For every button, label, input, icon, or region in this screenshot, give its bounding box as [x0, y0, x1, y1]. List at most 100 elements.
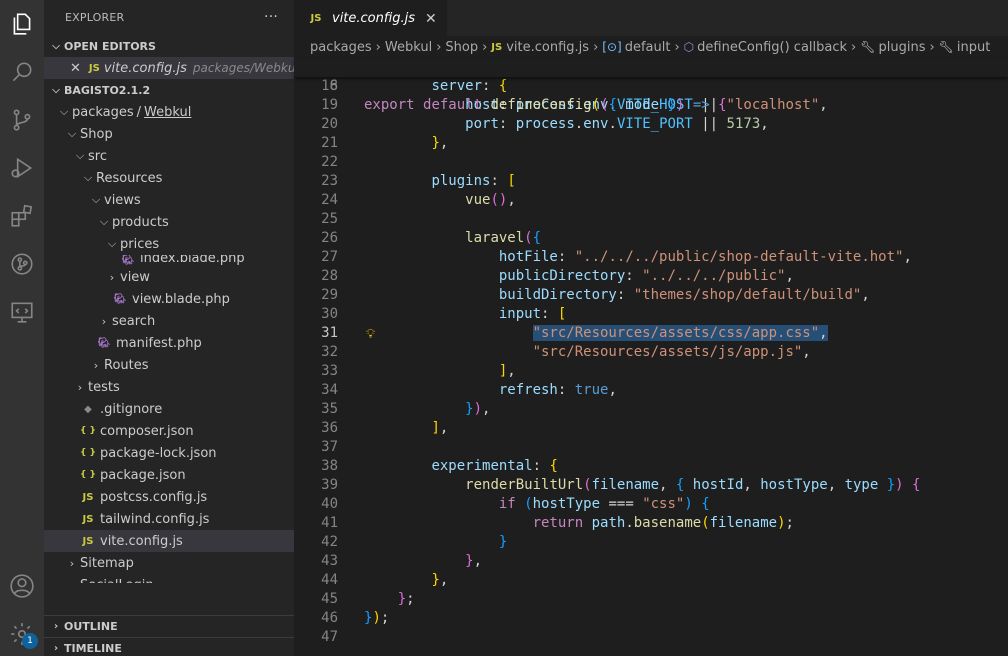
- tree-item-label: views: [104, 192, 141, 208]
- code-line[interactable]: 47: [294, 628, 1008, 647]
- code-line[interactable]: 37: [294, 438, 1008, 457]
- workspace-label: BAGISTO2.1.2: [64, 83, 151, 97]
- code-line[interactable]: 45 };: [294, 590, 1008, 609]
- breadcrumb-input[interactable]: input: [957, 40, 990, 55]
- tree-item[interactable]: 🐘︎ manifest.php: [44, 332, 294, 354]
- code-line[interactable]: 38 experimental: {: [294, 457, 1008, 476]
- tab-bar: JS vite.config.js ✕: [294, 0, 1008, 36]
- tree-item-label: SocialLogin: [80, 578, 154, 584]
- code-editor[interactable]: 6 export default defineConfig(({ mode })…: [294, 58, 1008, 647]
- open-editors-section[interactable]: ⌵ OPEN EDITORS: [44, 35, 294, 57]
- code-line[interactable]: 33 ],: [294, 362, 1008, 381]
- php-file-icon: 🐘︎: [113, 293, 127, 305]
- code-line[interactable]: 46});: [294, 609, 1008, 628]
- tree-item[interactable]: JS tailwind.config.js: [44, 508, 294, 530]
- chevron-down-icon: ⌵: [99, 215, 109, 228]
- code-line[interactable]: 23 plugins: [: [294, 172, 1008, 191]
- tree-item[interactable]: ⌵ prices: [44, 233, 294, 255]
- chevron-down-icon: ⌵: [83, 171, 93, 184]
- code-line[interactable]: 25: [294, 210, 1008, 229]
- tree-item[interactable]: 🐘︎ index.blade.php: [44, 255, 294, 266]
- breadcrumb-webkul[interactable]: Webkul: [385, 40, 432, 55]
- js-file-icon: JS: [491, 41, 503, 53]
- tree-item[interactable]: ⌵ views: [44, 189, 294, 211]
- breadcrumb-default[interactable]: default: [625, 40, 671, 55]
- tree-item[interactable]: ⌵ Resources: [44, 167, 294, 189]
- code-line[interactable]: 27 hotFile: "../../../public/shop-defaul…: [294, 248, 1008, 267]
- code-line[interactable]: 21 },: [294, 134, 1008, 153]
- code-line[interactable]: 30 input: [: [294, 305, 1008, 324]
- tree-item[interactable]: 🐘︎ view.blade.php: [44, 288, 294, 310]
- code-line[interactable]: 20 port: process.env.VITE_PORT || 5173,: [294, 115, 1008, 134]
- tree-item[interactable]: ⌵ products: [44, 211, 294, 233]
- code-line-active[interactable]: 31 💡︎ "src/Resources/assets/css/app.css",: [294, 324, 1008, 343]
- source-control-icon[interactable]: [8, 106, 36, 134]
- chevron-down-icon: ⌵: [67, 127, 77, 140]
- tree-item[interactable]: ⌵ src: [44, 145, 294, 167]
- git-graph-icon[interactable]: [8, 250, 36, 278]
- code-line[interactable]: 35 }),: [294, 400, 1008, 419]
- breadcrumb-file[interactable]: vite.config.js: [506, 40, 589, 55]
- sticky-scroll-line[interactable]: 6 export default defineConfig(({ mode })…: [294, 58, 1008, 113]
- tree-item[interactable]: { } composer.json: [44, 420, 294, 442]
- code-line[interactable]: 29 buildDirectory: "themes/shop/default/…: [294, 286, 1008, 305]
- workspace-section[interactable]: ⌵ BAGISTO2.1.2: [44, 79, 294, 101]
- tree-item-label: composer.json: [100, 423, 194, 439]
- tree-item[interactable]: › view: [44, 266, 294, 288]
- code-line[interactable]: 40 if (hostType === "css") {: [294, 495, 1008, 514]
- tree-item-label: package-lock.json: [100, 445, 217, 461]
- tree-item[interactable]: JS postcss.config.js: [44, 486, 294, 508]
- code-line[interactable]: 32 "src/Resources/assets/js/app.js",: [294, 343, 1008, 362]
- tree-item[interactable]: ⌵ Shop: [44, 123, 294, 145]
- open-editor-path: packages/Webkul...: [192, 61, 294, 75]
- breadcrumb-callback[interactable]: defineConfig() callback: [697, 40, 847, 55]
- breadcrumb-plugins[interactable]: plugins: [878, 40, 925, 55]
- tree-item[interactable]: › Sitemap: [44, 552, 294, 574]
- close-icon[interactable]: ✕: [425, 11, 437, 27]
- code-line[interactable]: 28 publicDirectory: "../../../public",: [294, 267, 1008, 286]
- tree-item-label: manifest.php: [116, 335, 202, 351]
- tree-item-label: vite.config.js: [100, 533, 183, 549]
- code-line[interactable]: 43 },: [294, 552, 1008, 571]
- code-line[interactable]: 41 return path.basename(filename);: [294, 514, 1008, 533]
- run-debug-icon[interactable]: [8, 154, 36, 182]
- tree-item[interactable]: › tests: [44, 376, 294, 398]
- close-icon[interactable]: ✕: [70, 61, 81, 76]
- timeline-section[interactable]: › TIMELINE: [44, 637, 294, 656]
- tree-item[interactable]: › Routes: [44, 354, 294, 376]
- search-icon[interactable]: [8, 58, 36, 86]
- code-line[interactable]: 22: [294, 153, 1008, 172]
- tree-item-label: search: [112, 313, 156, 329]
- code-line[interactable]: 18 server: {: [294, 77, 1008, 96]
- open-editor-item[interactable]: ✕ JS vite.config.js packages/Webkul...: [44, 57, 294, 79]
- tree-item[interactable]: ⌵ packages / Webkul: [44, 101, 294, 123]
- tree-item[interactable]: JS vite.config.js: [44, 530, 294, 552]
- remote-explorer-icon[interactable]: [8, 298, 36, 326]
- code-line[interactable]: 36 ],: [294, 419, 1008, 438]
- tree-item[interactable]: { } package-lock.json: [44, 442, 294, 464]
- breadcrumb-packages[interactable]: packages: [310, 40, 372, 55]
- tree-item[interactable]: ◆ .gitignore: [44, 398, 294, 420]
- breadcrumb-shop[interactable]: Shop: [445, 40, 478, 55]
- tree-item-label: .gitignore: [100, 401, 163, 417]
- account-icon[interactable]: [8, 572, 36, 600]
- variable-symbol-icon: [⊙]: [602, 40, 622, 54]
- git-file-icon: ◆: [84, 403, 92, 415]
- more-actions-icon[interactable]: ···: [264, 9, 278, 25]
- tab-vite-config[interactable]: JS vite.config.js ✕: [294, 0, 447, 36]
- code-line[interactable]: 44 },: [294, 571, 1008, 590]
- code-line[interactable]: 34 refresh: true,: [294, 381, 1008, 400]
- tree-item[interactable]: › search: [44, 310, 294, 332]
- property-wrench-icon: 🔧︎: [860, 40, 876, 54]
- tree-item[interactable]: { } package.json: [44, 464, 294, 486]
- tree-item[interactable]: ›SocialLogin: [44, 574, 294, 584]
- extensions-icon[interactable]: [8, 202, 36, 230]
- code-line[interactable]: 24 vue(),: [294, 191, 1008, 210]
- explorer-icon[interactable]: [8, 10, 36, 38]
- outline-section[interactable]: › OUTLINE: [44, 615, 294, 637]
- tree-item-label: tests: [88, 379, 120, 395]
- code-line[interactable]: 42 }: [294, 533, 1008, 552]
- code-line[interactable]: 26 laravel({: [294, 229, 1008, 248]
- code-line[interactable]: 39 renderBuiltUrl(filename, { hostId, ho…: [294, 476, 1008, 495]
- tree-item-label: Webkul: [144, 104, 192, 120]
